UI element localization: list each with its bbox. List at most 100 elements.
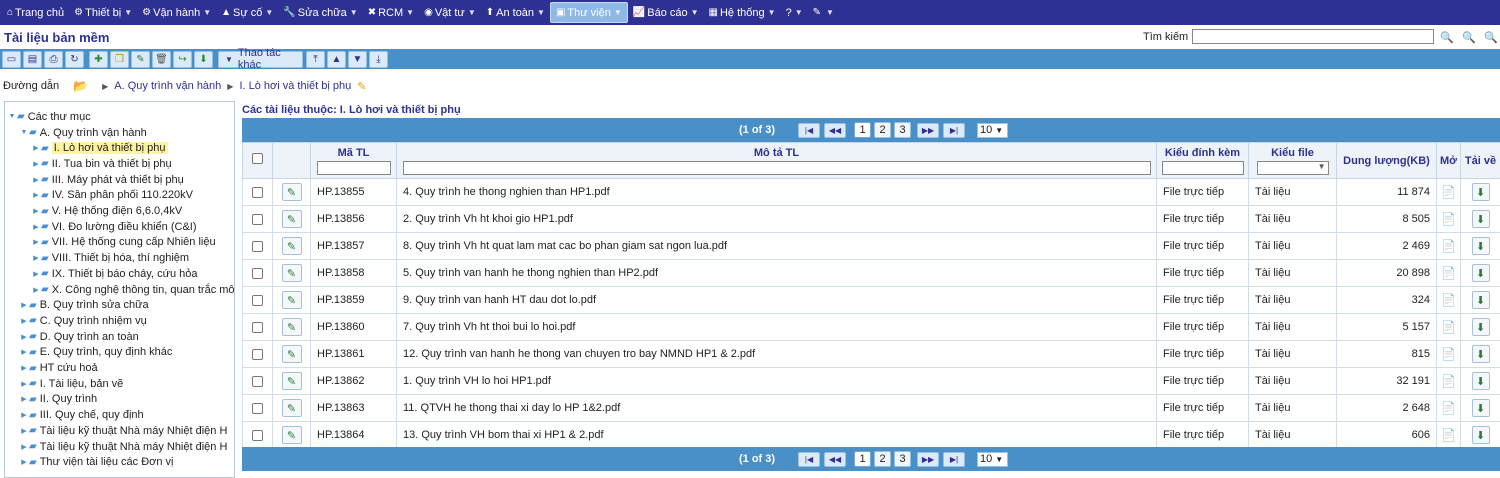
tree-node[interactable]: ▶ ▰ III. Máy phát và thiết bị phụ: [31, 172, 183, 187]
expand-arrow-icon[interactable]: ▶: [31, 160, 41, 168]
row-checkbox[interactable]: [252, 213, 263, 225]
download-file-icon[interactable]: ⬇: [1471, 426, 1490, 444]
row-checkbox[interactable]: [252, 267, 263, 279]
tree-node[interactable]: ▶ ▰ VIII. Thiết bị hóa, thí nghiệm: [31, 251, 189, 266]
more-actions-dropdown[interactable]: ▼ Thao tác khác: [218, 47, 303, 71]
breadcrumb-item[interactable]: A. Quy trình vận hành: [114, 80, 221, 92]
search-input[interactable]: [1192, 29, 1434, 44]
nav-item-10[interactable]: ▦ Hệ thống ▼: [704, 2, 781, 23]
desc-filter-input[interactable]: [402, 161, 1151, 175]
expand-arrow-icon[interactable]: ▶: [31, 286, 41, 294]
download-file-icon[interactable]: ⬇: [1471, 399, 1490, 417]
expand-arrow-icon[interactable]: ▶: [31, 270, 41, 278]
search-icon[interactable]: 🔍: [1438, 28, 1456, 46]
expand-arrow-icon[interactable]: ▶: [19, 443, 29, 451]
tree-node[interactable]: ▶ ▰ II. Quy trình: [19, 392, 97, 407]
move-down-icon[interactable]: ▼: [348, 50, 367, 68]
tree-node[interactable]: ▶ ▰ VI. Đo lường điều khiển (C&I): [31, 219, 196, 234]
pencil-icon[interactable]: ✎: [281, 345, 302, 363]
page-number-button[interactable]: 1: [854, 451, 871, 467]
page-number-button[interactable]: 2: [874, 451, 891, 467]
first-page-icon[interactable]: |◀: [798, 122, 820, 138]
forward-icon[interactable]: ↪: [173, 50, 192, 68]
filetype-filter-select[interactable]: ▼: [1256, 161, 1329, 175]
nav-item-2[interactable]: ⚙ Vận hành ▼: [137, 2, 216, 23]
download-file-icon[interactable]: ⬇: [1471, 345, 1490, 363]
tree-node[interactable]: ▶ ▰ HT cứu hoả: [19, 361, 97, 376]
table-row[interactable]: ✎ HP.13862 1. Quy trình VH lo hoi HP1.pdf F…: [242, 367, 1500, 395]
expand-arrow-icon[interactable]: ▶: [31, 254, 41, 262]
export-icon[interactable]: ▤: [23, 50, 42, 68]
expand-arrow-icon[interactable]: ▶: [31, 238, 41, 246]
tree-node[interactable]: ▶ ▰ III. Quy chế, quy định: [19, 408, 143, 423]
tree-node[interactable]: ▶ ▰ Tài liệu kỹ thuật Nhà máy Nhiệt điện H: [19, 439, 227, 454]
open-file-icon[interactable]: 📄: [1438, 320, 1460, 334]
tree-root[interactable]: ▼ ▰ Các thư mục: [7, 109, 91, 124]
expand-arrow-icon[interactable]: ▼: [7, 113, 17, 120]
pencil-icon[interactable]: ✎: [281, 318, 302, 336]
pencil-icon[interactable]: ✎: [281, 237, 302, 255]
table-row[interactable]: ✎ HP.13856 2. Quy trình Vh ht khoi gio HP1…: [242, 205, 1500, 233]
row-checkbox[interactable]: [252, 321, 263, 333]
tree-node[interactable]: ▶ ▰ Thư viện tài liệu các Đơn vị: [19, 455, 173, 470]
page-number-button[interactable]: 3: [894, 451, 911, 467]
row-checkbox[interactable]: [252, 240, 263, 252]
folder-edit-icon[interactable]: ✎: [357, 80, 366, 93]
column-header-attach[interactable]: Kiểu đính kèm: [1156, 142, 1249, 179]
row-checkbox[interactable]: [252, 402, 263, 414]
download-file-icon[interactable]: ⬇: [1471, 264, 1490, 282]
open-file-icon[interactable]: 📄: [1438, 266, 1460, 280]
tree-node[interactable]: ▶ ▰ E. Quy trình, quy định khác: [19, 345, 172, 360]
search-clear-icon[interactable]: 🔍: [1482, 28, 1500, 46]
tree-node[interactable]: ▶ ▰ I. Lò hơi và thiết bị phụ: [31, 141, 168, 156]
tree-node[interactable]: ▶ ▰ B. Quy trình sửa chữa: [19, 298, 148, 313]
expand-arrow-icon[interactable]: ▶: [19, 380, 29, 388]
table-row[interactable]: ✎ HP.13857 8. Quy trình Vh ht quat lam mat…: [242, 232, 1500, 260]
expand-arrow-icon[interactable]: ▶: [19, 411, 29, 419]
code-filter-input[interactable]: [316, 161, 391, 175]
first-page-icon[interactable]: |◀: [798, 451, 820, 467]
table-row[interactable]: ✎ HP.13864 13. Quy trình VH bom thai xi HP…: [242, 421, 1500, 449]
table-row[interactable]: ✎ HP.13858 5. Quy trình van hanh he thong …: [242, 259, 1500, 287]
select-all-checkbox[interactable]: [252, 153, 263, 164]
tree-node[interactable]: ▶ ▰ I. Tài liệu, bản vẽ: [19, 376, 123, 391]
expand-arrow-icon[interactable]: ▶: [19, 333, 29, 341]
last-page-icon[interactable]: ▶|: [943, 122, 965, 138]
expand-arrow-icon[interactable]: ▶: [19, 427, 29, 435]
expand-arrow-icon[interactable]: ▶: [31, 191, 41, 199]
tree-node[interactable]: ▶ ▰ Tài liệu kỹ thuật Nhà máy Nhiệt điện H: [19, 423, 227, 438]
nav-item-12[interactable]: ✎ ▼: [808, 2, 839, 23]
nav-item-3[interactable]: ▲ Sự cố ▼: [216, 2, 278, 23]
row-checkbox[interactable]: [252, 375, 263, 387]
download-file-icon[interactable]: ⬇: [1471, 372, 1490, 390]
expand-arrow-icon[interactable]: ▶: [19, 317, 29, 325]
open-file-icon[interactable]: 📄: [1438, 347, 1460, 361]
move-up-icon[interactable]: ▲: [327, 50, 346, 68]
tree-node[interactable]: ▶ ▰ C. Quy trình nhiệm vụ: [19, 313, 146, 328]
expand-arrow-icon[interactable]: ▶: [19, 458, 29, 466]
table-row[interactable]: ✎ HP.13863 11. QTVH he thong thai xi day l…: [242, 394, 1500, 422]
row-checkbox[interactable]: [252, 186, 263, 198]
open-folder-icon[interactable]: ▭: [2, 50, 21, 68]
open-file-icon[interactable]: 📄: [1438, 212, 1460, 226]
download-icon[interactable]: ⬇: [194, 50, 213, 68]
pencil-icon[interactable]: ✎: [281, 264, 302, 282]
move-top-icon[interactable]: ⤒: [306, 50, 325, 68]
pencil-icon[interactable]: ✎: [281, 426, 302, 444]
row-checkbox[interactable]: [252, 429, 263, 441]
open-file-icon[interactable]: 📄: [1438, 428, 1460, 442]
tree-node[interactable]: ▶ ▰ II. Tua bin và thiết bị phụ: [31, 156, 171, 171]
prev-page-icon[interactable]: ◀◀: [824, 122, 846, 138]
table-row[interactable]: ✎ HP.13861 12. Quy trình van hanh he thong…: [242, 340, 1500, 368]
pencil-icon[interactable]: ✎: [281, 183, 302, 201]
column-header-code[interactable]: Mã TL: [310, 142, 397, 179]
download-file-icon[interactable]: ⬇: [1471, 210, 1490, 228]
row-checkbox[interactable]: [252, 294, 263, 306]
page-size-select[interactable]: 10 ▼: [977, 451, 1008, 467]
open-file-icon[interactable]: 📄: [1438, 293, 1460, 307]
next-page-icon[interactable]: ▶▶: [917, 451, 939, 467]
nav-item-8[interactable]: ▣ Thư viện ▼: [549, 2, 628, 23]
row-checkbox[interactable]: [252, 348, 263, 360]
table-row[interactable]: ✎ HP.13855 4. Quy trình he thong nghien th…: [242, 178, 1500, 206]
download-file-icon[interactable]: ⬇: [1471, 291, 1490, 309]
